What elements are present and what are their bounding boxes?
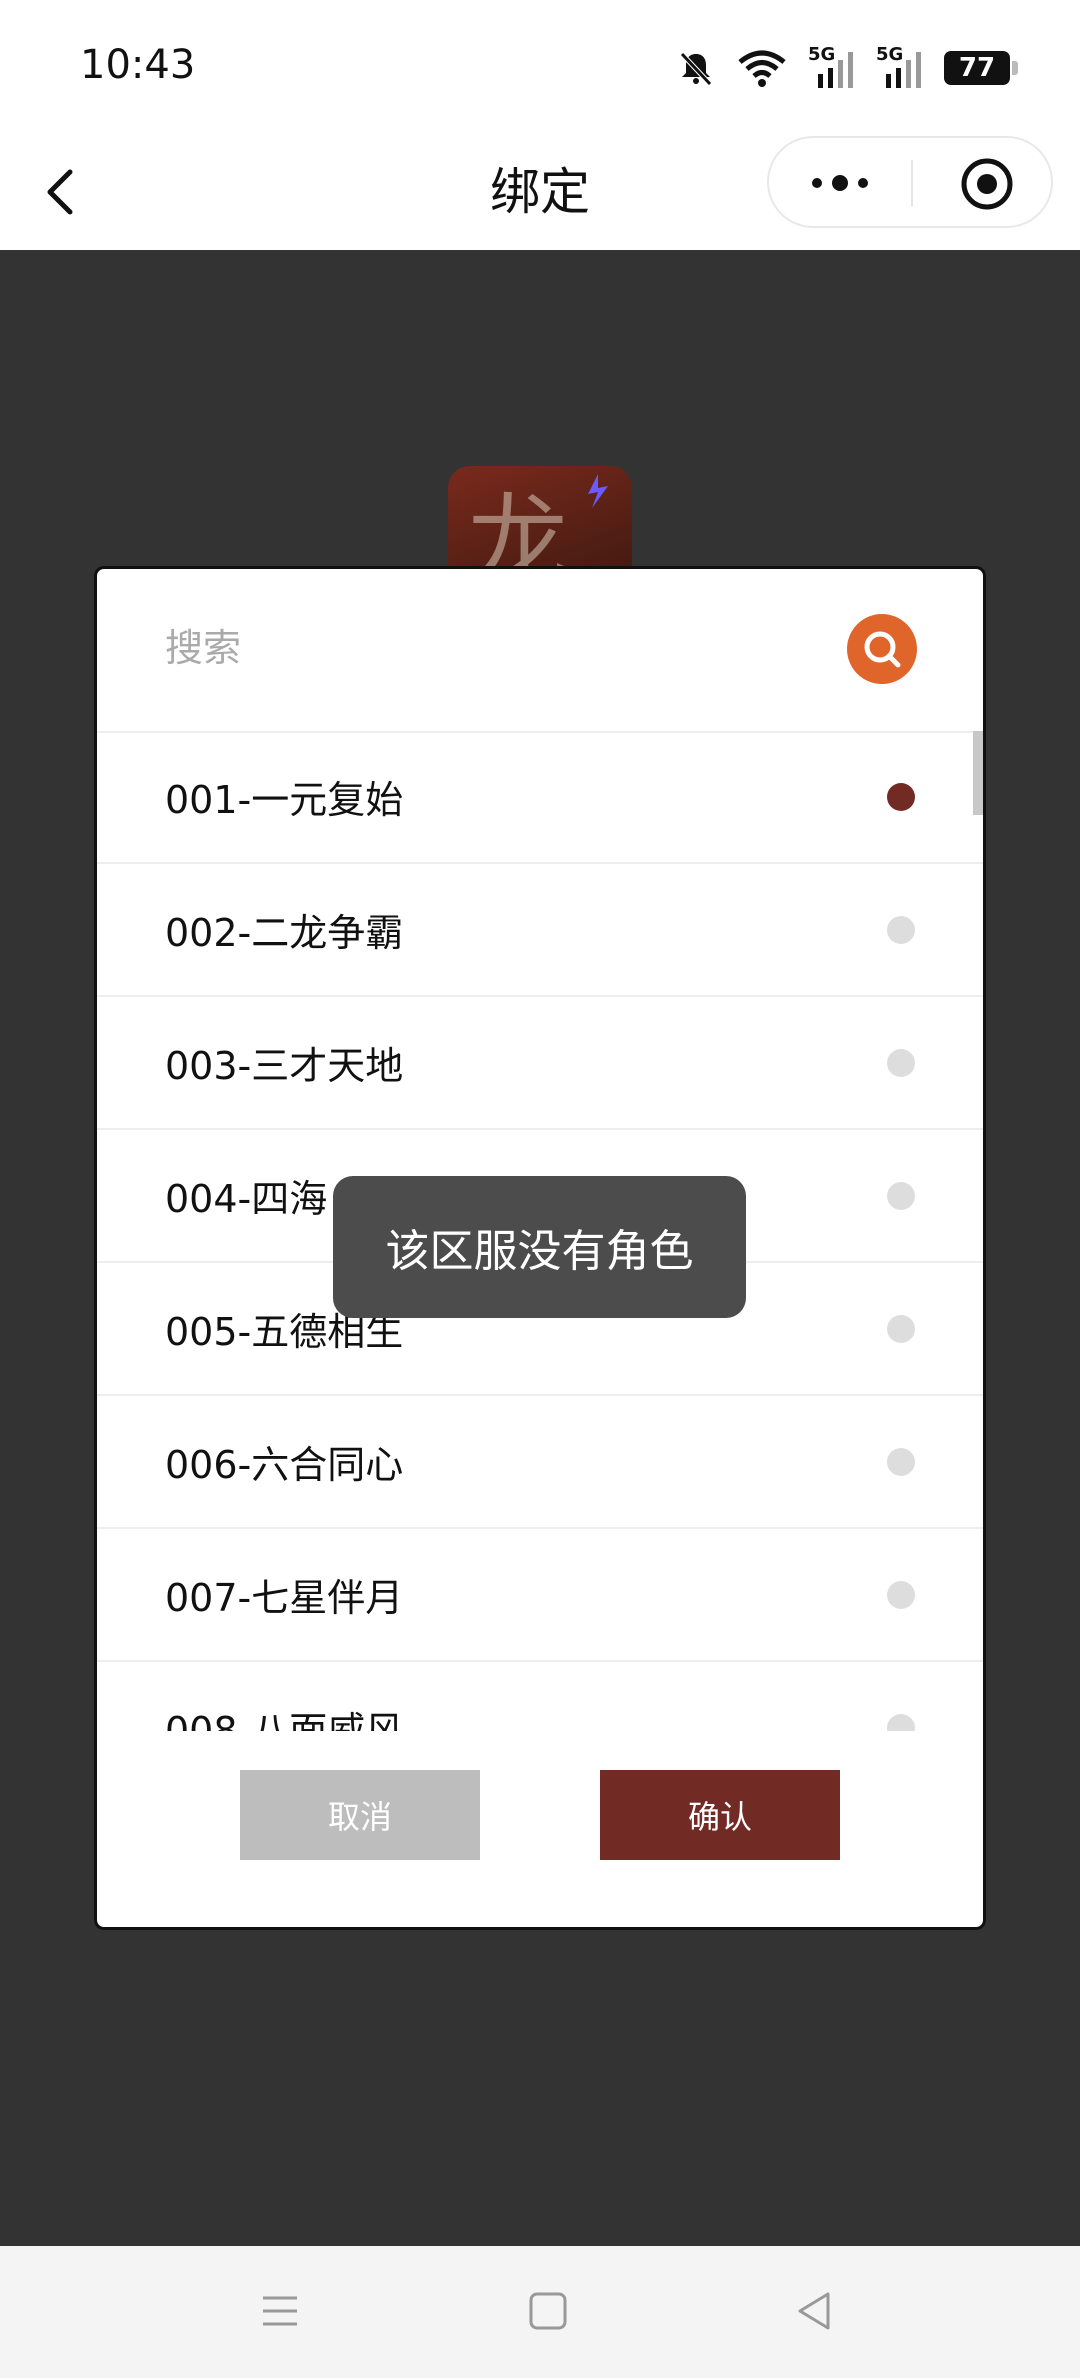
miniprogram-capsule — [767, 136, 1053, 228]
server-item[interactable]: 007-七星伴月 — [97, 1529, 983, 1662]
home-square-icon[interactable] — [523, 2286, 573, 2336]
more-dots-icon[interactable] — [807, 168, 873, 198]
cancel-button[interactable]: 取消 — [240, 1770, 480, 1860]
search-input[interactable] — [165, 617, 815, 679]
search-bar — [97, 569, 983, 733]
server-item[interactable]: 002-二龙争霸 — [97, 864, 983, 997]
server-label: 003-三才天地 — [165, 1044, 404, 1088]
menu-icon[interactable] — [255, 2286, 305, 2336]
status-icons: 5G 5G 77 — [676, 44, 1018, 90]
server-item[interactable]: 003-三才天地 — [97, 997, 983, 1130]
status-bar: 10:43 5G 5G 77 — [0, 0, 1080, 134]
radio-unselected-icon[interactable] — [887, 1182, 915, 1210]
battery-icon: 77 — [944, 51, 1018, 85]
radio-unselected-icon[interactable] — [887, 916, 915, 944]
signal-5g-icon: 5G — [808, 44, 856, 90]
mute-bell-icon — [680, 52, 712, 86]
server-label: 001-一元复始 — [165, 778, 404, 822]
server-label: 002-二龙争霸 — [165, 911, 404, 955]
search-button[interactable] — [847, 614, 917, 684]
search-icon — [864, 631, 901, 668]
nav-bar: 绑定 — [0, 134, 1080, 250]
signal-5g-icon: 5G — [876, 44, 924, 90]
server-label: 004-四海 — [165, 1177, 328, 1221]
server-item[interactable]: 008-八面威风 — [97, 1662, 983, 1731]
radio-unselected-icon[interactable] — [887, 1448, 915, 1476]
server-label: 007-七星伴月 — [165, 1576, 404, 1620]
capsule-divider — [911, 160, 913, 206]
radio-selected-icon[interactable] — [887, 783, 915, 811]
radio-unselected-icon[interactable] — [887, 1049, 915, 1077]
close-target-icon[interactable] — [959, 156, 1015, 212]
toast-message: 该区服没有角色 — [333, 1176, 746, 1318]
server-label: 006-六合同心 — [165, 1443, 404, 1487]
radio-unselected-icon[interactable] — [887, 1315, 915, 1343]
status-time: 10:43 — [80, 42, 196, 88]
back-triangle-icon[interactable] — [790, 2286, 840, 2336]
confirm-button[interactable]: 确认 — [600, 1770, 840, 1860]
radio-unselected-icon[interactable] — [887, 1714, 915, 1731]
server-item[interactable]: 001-一元复始 — [97, 731, 983, 864]
list-scrollbar[interactable] — [973, 731, 983, 815]
radio-unselected-icon[interactable] — [887, 1581, 915, 1609]
server-label: 008-八面威风 — [165, 1709, 404, 1731]
server-item[interactable]: 006-六合同心 — [97, 1396, 983, 1529]
system-nav-bar — [0, 2246, 1080, 2378]
wifi-icon — [738, 50, 786, 87]
